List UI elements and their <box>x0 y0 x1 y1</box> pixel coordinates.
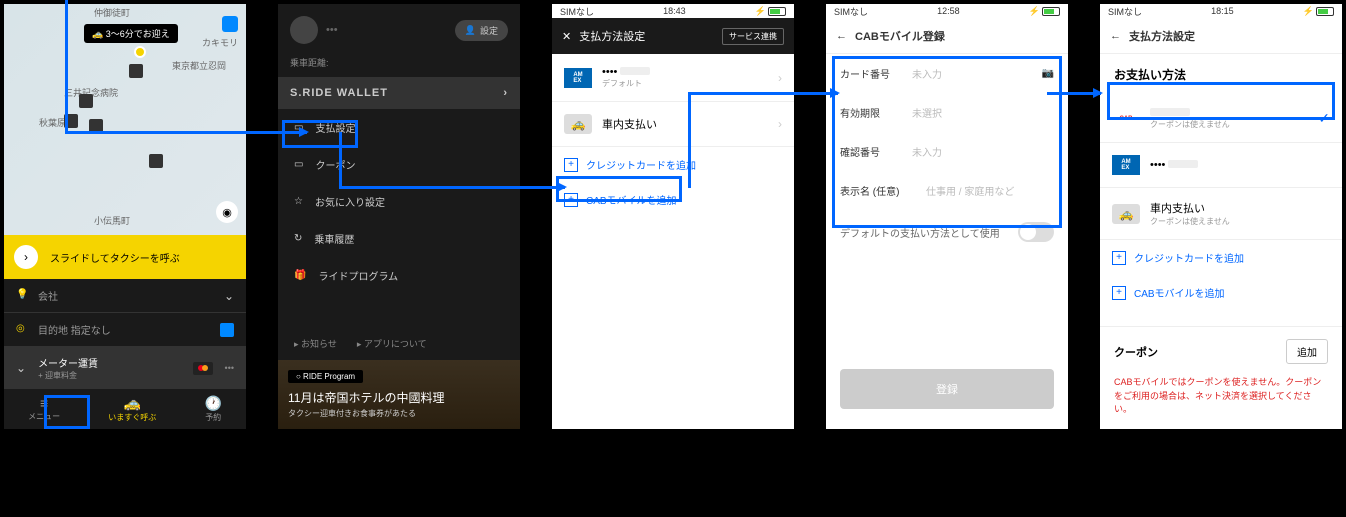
flow-arrow-4 <box>1047 92 1101 95</box>
service-link-button[interactable]: サービス連携 <box>722 28 784 45</box>
highlight-form <box>832 56 1062 228</box>
company-selector[interactable]: 💡会社⌄ <box>4 279 246 313</box>
slide-to-call[interactable]: › スライドしてタクシーを呼ぶ <box>4 235 246 279</box>
flow-arrow-3 <box>688 92 838 95</box>
payment-amex[interactable]: AMEX •••• <box>1100 143 1342 188</box>
menu-coupon[interactable]: ▭クーポン <box>278 146 520 183</box>
header-title: CABモバイル登録 <box>855 28 945 44</box>
star-icon: ☆ <box>294 196 303 207</box>
chevron-right-icon: › <box>778 71 782 85</box>
highlight-cab-item <box>1107 82 1335 120</box>
car-icon <box>129 64 143 78</box>
bulb-icon: 💡 <box>16 289 30 303</box>
register-button[interactable]: 登録 <box>840 369 1054 409</box>
plus-icon: + <box>1112 286 1126 300</box>
menu-history[interactable]: ↻乗車履歴 <box>278 220 520 257</box>
distance-label: 乗車距離: <box>278 56 520 77</box>
profile-header: ••• 👤設定 <box>278 4 520 56</box>
plus-icon: + <box>1112 251 1126 265</box>
highlight-add-cab <box>556 176 682 202</box>
flow-arrow-2 <box>339 186 565 189</box>
screen-map: 仲御徒町 カキモリ 東京都立忍岡 三井記念病院 秋葉原 小伝馬町 🚕 3〜6分で… <box>4 4 246 429</box>
history-icon: ↻ <box>294 233 302 244</box>
slide-handle[interactable]: › <box>14 245 38 269</box>
amex-icon: AMEX <box>564 68 592 88</box>
close-icon[interactable]: ✕ <box>562 30 571 43</box>
link-news[interactable]: ▸ お知らせ <box>294 337 337 350</box>
nav-call-now[interactable]: 🚕いますぐ呼ぶ <box>108 395 156 423</box>
destination-selector[interactable]: ◎目的地 指定なし <box>4 313 246 347</box>
car-icon <box>149 154 163 168</box>
chevron-right-icon: › <box>503 87 508 99</box>
target-icon: ◎ <box>16 323 30 337</box>
header: ✕ 支払方法設定 サービス連携 <box>552 18 794 54</box>
warning-text: CABモバイルではクーポンを使えません。クーポンをご利用の場合は、ネット決済を選… <box>1100 376 1342 417</box>
settings-button[interactable]: 👤設定 <box>455 20 508 41</box>
chevron-down-icon: ⌄ <box>224 289 234 303</box>
highlight-menu <box>44 395 90 429</box>
header: ← 支払方法設定 <box>1100 18 1342 54</box>
nav-reserve[interactable]: 🕐予約 <box>204 395 221 423</box>
header-title: 支払方法設定 <box>1129 28 1195 44</box>
taxi-icon: 🚕 <box>1112 204 1140 224</box>
payment-incar[interactable]: 🚕 車内支払いクーポンは使えません <box>1100 188 1342 240</box>
fare-row[interactable]: ⌄ メーター運賃+ 迎車料金 ••• <box>4 347 246 389</box>
route-icon[interactable] <box>220 323 234 337</box>
coupon-section: クーポン 追加 <box>1100 326 1342 376</box>
person-icon: 👤 <box>465 25 476 36</box>
pickup-pin[interactable] <box>134 46 146 58</box>
map-area[interactable]: 仲御徒町 カキモリ 東京都立忍岡 三井記念病院 秋葉原 小伝馬町 🚕 3〜6分で… <box>4 4 246 235</box>
bottom-nav: ≡メニュー 🚕いますぐ呼ぶ 🕐予約 <box>4 389 246 429</box>
screen-cab-register: SIMなし12:58⚡ ← CABモバイル登録 カード番号未入力📷 有効期限未選… <box>826 4 1068 429</box>
avatar <box>290 16 318 44</box>
ticket-icon: ▭ <box>294 159 303 170</box>
plus-icon: + <box>564 158 578 172</box>
chevron-right-icon: › <box>778 117 782 131</box>
highlight-payment <box>282 120 358 148</box>
back-icon[interactable]: ← <box>1110 30 1121 42</box>
link-about[interactable]: ▸ アプリについて <box>357 337 427 350</box>
add-coupon-button[interactable]: 追加 <box>1286 339 1328 364</box>
promo-banner[interactable]: ○ RIDE Program 11月は帝国ホテルの中國料理 タクシー迎車付きお食… <box>278 360 520 429</box>
gift-icon: 🎁 <box>294 270 306 281</box>
car-icon <box>79 94 93 108</box>
footer-links: ▸ お知らせ ▸ アプリについて <box>278 327 520 360</box>
screen-payment-list-final: SIMなし18:15⚡ ← 支払方法設定 お支払い方法 CAB クーポンは使えま… <box>1100 4 1342 429</box>
add-cab-mobile[interactable]: +CABモバイルを追加 <box>1100 275 1342 310</box>
header-title: 支払方法設定 <box>579 28 645 44</box>
status-bar: SIMなし18:15⚡ <box>1100 4 1342 18</box>
screen-payment-list: SIMなし18:43⚡ ✕ 支払方法設定 サービス連携 AMEX •••• デフ… <box>552 4 794 429</box>
flow-arrow-1 <box>65 131 307 134</box>
menu-ride-program[interactable]: 🎁ライドプログラム <box>278 257 520 294</box>
screen-drawer: ••• 👤設定 乗車距離: S.RIDE WALLET› ▭支払設定 ▭クーポン… <box>278 4 520 429</box>
status-bar: SIMなし12:58⚡ <box>826 4 1068 18</box>
chevron-down-icon: ⌄ <box>16 361 26 375</box>
mastercard-icon <box>193 362 213 375</box>
taxi-icon: 🚕 <box>564 114 592 134</box>
header: ← CABモバイル登録 <box>826 18 1068 54</box>
add-credit-card[interactable]: +クレジットカードを追加 <box>1100 240 1342 275</box>
locate-icon[interactable]: ◉ <box>216 201 238 223</box>
wallet-header[interactable]: S.RIDE WALLET› <box>278 77 520 109</box>
amex-icon: AMEX <box>1112 155 1140 175</box>
back-icon[interactable]: ← <box>836 30 847 42</box>
payment-incar[interactable]: 🚕 車内支払い › <box>552 102 794 147</box>
status-bar: SIMなし18:43⚡ <box>552 4 794 18</box>
layers-icon[interactable] <box>222 16 238 32</box>
pickup-badge: 🚕 3〜6分でお迎え <box>84 24 178 43</box>
